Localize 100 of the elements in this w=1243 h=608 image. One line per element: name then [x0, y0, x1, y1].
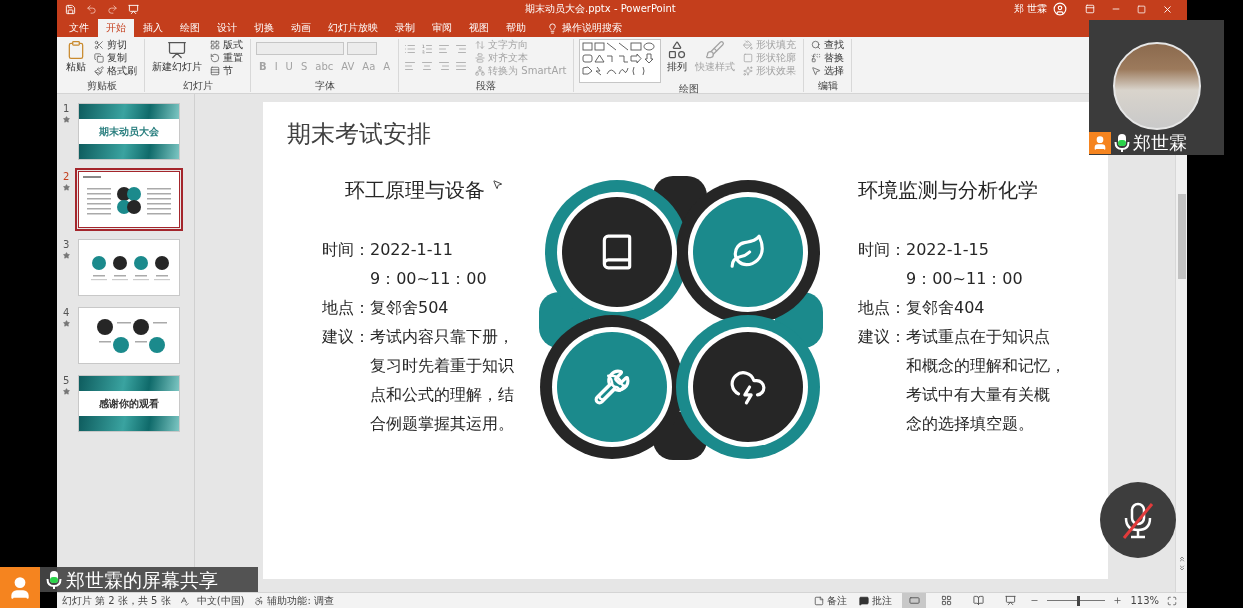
- ribbon-tab[interactable]: 帮助: [498, 19, 534, 37]
- align-center-icon[interactable]: [421, 60, 434, 72]
- ribbon-tab[interactable]: 幻灯片放映: [320, 19, 386, 37]
- next-slide-icon[interactable]: [1177, 564, 1186, 572]
- justify-icon[interactable]: [455, 60, 468, 72]
- copy-icon: [94, 53, 104, 63]
- tell-me-search[interactable]: 操作说明搜索: [543, 19, 626, 37]
- slide-number: 5: [63, 375, 70, 386]
- star-icon: [63, 320, 70, 327]
- detail-text: 2022-1-11 9：00~11：00: [370, 239, 488, 290]
- notes-icon: [814, 595, 825, 606]
- shape-gallery[interactable]: [579, 39, 662, 83]
- ribbon-display-icon[interactable]: [1085, 4, 1095, 14]
- comments-button[interactable]: 批注: [857, 593, 895, 608]
- detail-text: 考试重点在于知识点 和概念的理解和记忆， 考试中有大量有关概 念的选择填空题。: [906, 326, 1067, 435]
- zoom-in-icon[interactable]: [1113, 596, 1123, 605]
- group-label: 剪贴板: [85, 80, 118, 92]
- zoom-level: 113%: [1130, 593, 1159, 608]
- ribbon-tab[interactable]: 设计: [209, 19, 245, 37]
- presentation-icon[interactable]: [128, 3, 139, 15]
- microphone-icon: [46, 569, 62, 590]
- redo-icon[interactable]: [107, 3, 118, 15]
- user-avatar-icon[interactable]: [1053, 2, 1067, 16]
- group-label: 绘图: [677, 83, 700, 95]
- slide-thumbnail[interactable]: [78, 171, 180, 228]
- save-icon[interactable]: [65, 3, 76, 15]
- detail-text: 2022-1-15 9：00~11：00: [906, 239, 1024, 290]
- ribbon-button[interactable]: 重置: [208, 52, 245, 64]
- ribbon-button[interactable]: 选择: [809, 65, 847, 77]
- text-direction-icon: [475, 40, 486, 50]
- previous-slide-icon[interactable]: [1177, 555, 1186, 563]
- ribbon-button[interactable]: 查找: [809, 39, 847, 51]
- star-icon: [63, 252, 70, 259]
- slide-thumbnail-title: 期末动员大会: [98, 124, 160, 139]
- detail-label: 建议：: [322, 326, 370, 348]
- view-button[interactable]: [902, 593, 927, 608]
- ribbon-tab[interactable]: 绘图: [172, 19, 208, 37]
- ribbon-tab[interactable]: 动画: [283, 19, 319, 37]
- close-icon[interactable]: [1162, 3, 1173, 15]
- pointer-icon: [811, 66, 822, 76]
- ribbon-button[interactable]: 版式: [208, 39, 245, 51]
- notes-button[interactable]: 备注: [812, 593, 850, 608]
- column-heading: 环工原理与设备: [345, 178, 485, 202]
- ribbon-tab[interactable]: 文件: [61, 19, 97, 37]
- slide-thumbnail-title: 感谢你的观看: [98, 396, 160, 411]
- clipboard-icon: [66, 40, 86, 60]
- slideshow-icon: [1004, 595, 1016, 606]
- align-right-icon[interactable]: [438, 60, 451, 72]
- ribbon-tab[interactable]: 视图: [461, 19, 497, 37]
- maximize-icon[interactable]: [1137, 4, 1146, 14]
- slide-number: 2: [63, 171, 70, 182]
- ribbon-button[interactable]: 复制: [92, 52, 139, 64]
- slide-number: 4: [63, 307, 70, 318]
- align-text-icon: [475, 53, 486, 63]
- ribbon-tab[interactable]: 切换: [246, 19, 282, 37]
- ribbon-button[interactable]: 格式刷: [92, 65, 139, 77]
- group-label: 编辑: [816, 80, 839, 92]
- screen-share-title: 郑世霖的屏幕共享: [66, 567, 218, 592]
- ribbon-tab[interactable]: 插入: [135, 19, 171, 37]
- ribbon-tab[interactable]: 录制: [387, 19, 423, 37]
- accessibility-icon: [254, 595, 265, 606]
- ribbon-tab[interactable]: 审阅: [424, 19, 460, 37]
- fit-slide-icon[interactable]: [1167, 595, 1177, 606]
- align-left-icon[interactable]: [404, 60, 417, 72]
- book-icon: [604, 236, 630, 268]
- ribbon-button[interactable]: 替换: [809, 52, 847, 64]
- ribbon-button[interactable]: 剪切: [92, 39, 139, 51]
- window-title: 期末动员大会.pptx - PowerPoint: [525, 2, 677, 16]
- ribbon-button[interactable]: 粘贴: [64, 39, 88, 73]
- paintbrush-icon: [94, 66, 104, 76]
- spell-check-icon[interactable]: [178, 595, 189, 606]
- microphone-icon: [1114, 133, 1130, 153]
- undo-icon[interactable]: [86, 3, 97, 15]
- ribbon-button[interactable]: 节: [208, 65, 245, 77]
- group-label: 幻灯片: [181, 80, 214, 92]
- brush-icon: [705, 40, 726, 60]
- star-icon: [63, 116, 70, 123]
- numbered-list-icon[interactable]: [421, 43, 434, 55]
- detail-label: 时间：: [322, 239, 370, 261]
- ribbon-button[interactable]: 新建幻灯片: [150, 39, 204, 73]
- scrollbar-thumb[interactable]: [1177, 194, 1186, 279]
- slide-number: 3: [63, 239, 70, 250]
- zoom-slider-thumb[interactable]: [1076, 595, 1080, 606]
- mic-muted-icon: [1120, 500, 1156, 540]
- ribbon-tab[interactable]: 开始: [98, 19, 134, 37]
- accessibility-button[interactable]: 辅助功能: 调查: [252, 593, 336, 608]
- person-icon: [0, 567, 40, 608]
- star-icon: [63, 184, 70, 191]
- effects-icon: [743, 66, 754, 76]
- slide-thumbnail[interactable]: 期末动员大会: [78, 103, 180, 160]
- outline-icon: [743, 53, 754, 63]
- lightbulb-icon: [547, 22, 558, 34]
- smartart-icon: [475, 66, 486, 76]
- ribbon-button[interactable]: 排列: [665, 39, 690, 73]
- bullet-list-icon[interactable]: [404, 43, 417, 55]
- slide-thumbnail[interactable]: 感谢你的观看: [78, 375, 180, 432]
- slide-count: 幻灯片 第 2 张，共 5 张: [62, 593, 171, 608]
- cloud-lightning-icon: [732, 372, 764, 403]
- participant-name: 郑世霖: [1133, 132, 1187, 154]
- shapes-icon: [667, 40, 688, 60]
